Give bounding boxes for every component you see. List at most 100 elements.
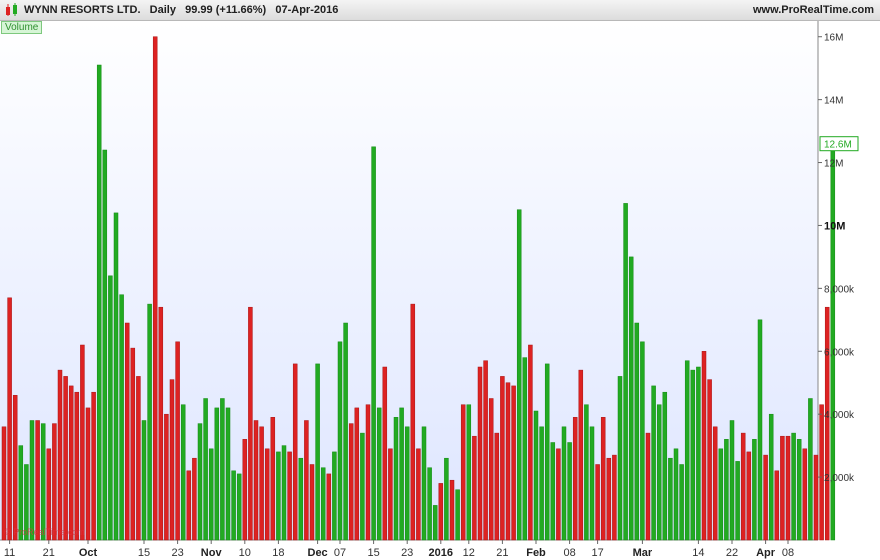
- volume-bar: [186, 470, 192, 541]
- volume-bar: [393, 417, 399, 541]
- volume-bar: [253, 420, 259, 541]
- volume-bar: [550, 442, 556, 541]
- volume-bar: [645, 432, 651, 541]
- volume-bar: [298, 457, 304, 541]
- x-tick-label: 08: [782, 547, 794, 559]
- volume-bar: [214, 407, 220, 541]
- volume-bar: [561, 426, 567, 541]
- x-tick-label: 2016: [429, 547, 453, 559]
- volume-bar: [651, 385, 656, 541]
- volume-bar: [264, 448, 270, 541]
- volume-bar: [18, 445, 24, 541]
- volume-bar: [180, 404, 186, 541]
- x-tick-label: Feb: [526, 547, 546, 559]
- volume-bar: [444, 457, 449, 541]
- volume-bar: [208, 448, 214, 541]
- y-tick-label: 14M: [824, 96, 843, 107]
- volume-bar: [326, 473, 332, 541]
- volume-bar: [483, 360, 488, 541]
- volume-bar: [488, 398, 494, 541]
- volume-bar: [63, 376, 68, 541]
- x-tick-label: 23: [171, 547, 183, 559]
- volume-bar: [466, 404, 472, 541]
- y-tick-label: 10M: [824, 220, 845, 232]
- x-tick-label: Mar: [633, 547, 653, 559]
- y-tick-label: 8,000k: [824, 284, 855, 295]
- volume-bar: [68, 385, 74, 541]
- volume-bar: [332, 451, 337, 541]
- volume-bar: [617, 376, 623, 541]
- volume-bar: [225, 407, 231, 541]
- volume-bar: [824, 306, 830, 541]
- volume-bar: [673, 448, 679, 541]
- volume-bar: [567, 442, 572, 541]
- volume-bar: [460, 404, 466, 541]
- volume-bar: [735, 461, 740, 541]
- volume-bar: [763, 454, 768, 541]
- volume-bar: [780, 435, 785, 541]
- volume-bar: [768, 413, 774, 541]
- volume-bar: [740, 432, 746, 541]
- volume-bar: [533, 410, 539, 541]
- y-tick-label: 6,000k: [824, 347, 855, 358]
- volume-bar: [147, 303, 152, 541]
- volume-bar: [169, 379, 175, 541]
- volume-bar: [220, 398, 225, 541]
- x-tick-label: 11: [4, 547, 15, 559]
- volume-bar: [774, 470, 780, 541]
- volume-bar: [640, 341, 645, 541]
- volume-bar: [175, 341, 180, 541]
- x-tick-label: 08: [563, 547, 575, 559]
- volume-bar: [416, 448, 421, 541]
- indicator-label[interactable]: Volume: [1, 21, 43, 34]
- x-tick-label: 21: [43, 547, 55, 559]
- volume-bar: [124, 322, 130, 541]
- volume-bar: [712, 426, 718, 541]
- volume-bar: [158, 306, 164, 541]
- volume-bar: [152, 36, 158, 541]
- volume-bar: [119, 294, 124, 541]
- volume-bar: [746, 451, 752, 541]
- volume-bar: [320, 467, 326, 541]
- volume-bar: [96, 64, 102, 541]
- x-tick-label: 14: [692, 547, 704, 559]
- volume-bar: [74, 391, 80, 541]
- volume-bar: [410, 303, 416, 541]
- volume-bar: [500, 376, 505, 541]
- volume-bar: [819, 404, 824, 541]
- volume-bar: [102, 149, 108, 541]
- volume-bar: [472, 435, 477, 541]
- volume-bar: [365, 404, 371, 541]
- volume-bar: [248, 306, 253, 541]
- volume-bar: [656, 404, 662, 541]
- volume-bar: [707, 379, 712, 541]
- x-tick-label: 12: [463, 547, 475, 559]
- x-tick-label: 07: [334, 547, 346, 559]
- volume-bar: [606, 457, 612, 541]
- volume-bar: [718, 448, 724, 541]
- volume-bar: [701, 351, 707, 541]
- volume-bar: [12, 395, 18, 541]
- volume-bar: [231, 470, 236, 541]
- x-tick-label: 18: [272, 547, 284, 559]
- volume-bar: [438, 483, 444, 541]
- x-tick-label: 10: [239, 547, 251, 559]
- watermark-text: © ProRealTime.com: [4, 527, 85, 537]
- volume-bar: [85, 407, 91, 541]
- volume-bar: [1, 426, 7, 541]
- volume-bar: [690, 369, 696, 541]
- x-tick-label: Apr: [756, 547, 776, 559]
- y-tick-label: 2,000k: [824, 473, 855, 484]
- x-tick-label: 15: [367, 547, 379, 559]
- volume-bar: [572, 417, 578, 541]
- volume-bar: [141, 420, 147, 541]
- volume-bar: [281, 445, 287, 541]
- volume-bar: [813, 454, 819, 541]
- volume-bar: [371, 146, 376, 541]
- last-value-marker: 12.6M: [819, 136, 859, 152]
- volume-bar: [337, 341, 343, 541]
- y-tick-label: 12M: [824, 159, 843, 170]
- volume-bar: [539, 426, 544, 541]
- volume-bar: [628, 256, 634, 541]
- volume-bar: [304, 420, 309, 541]
